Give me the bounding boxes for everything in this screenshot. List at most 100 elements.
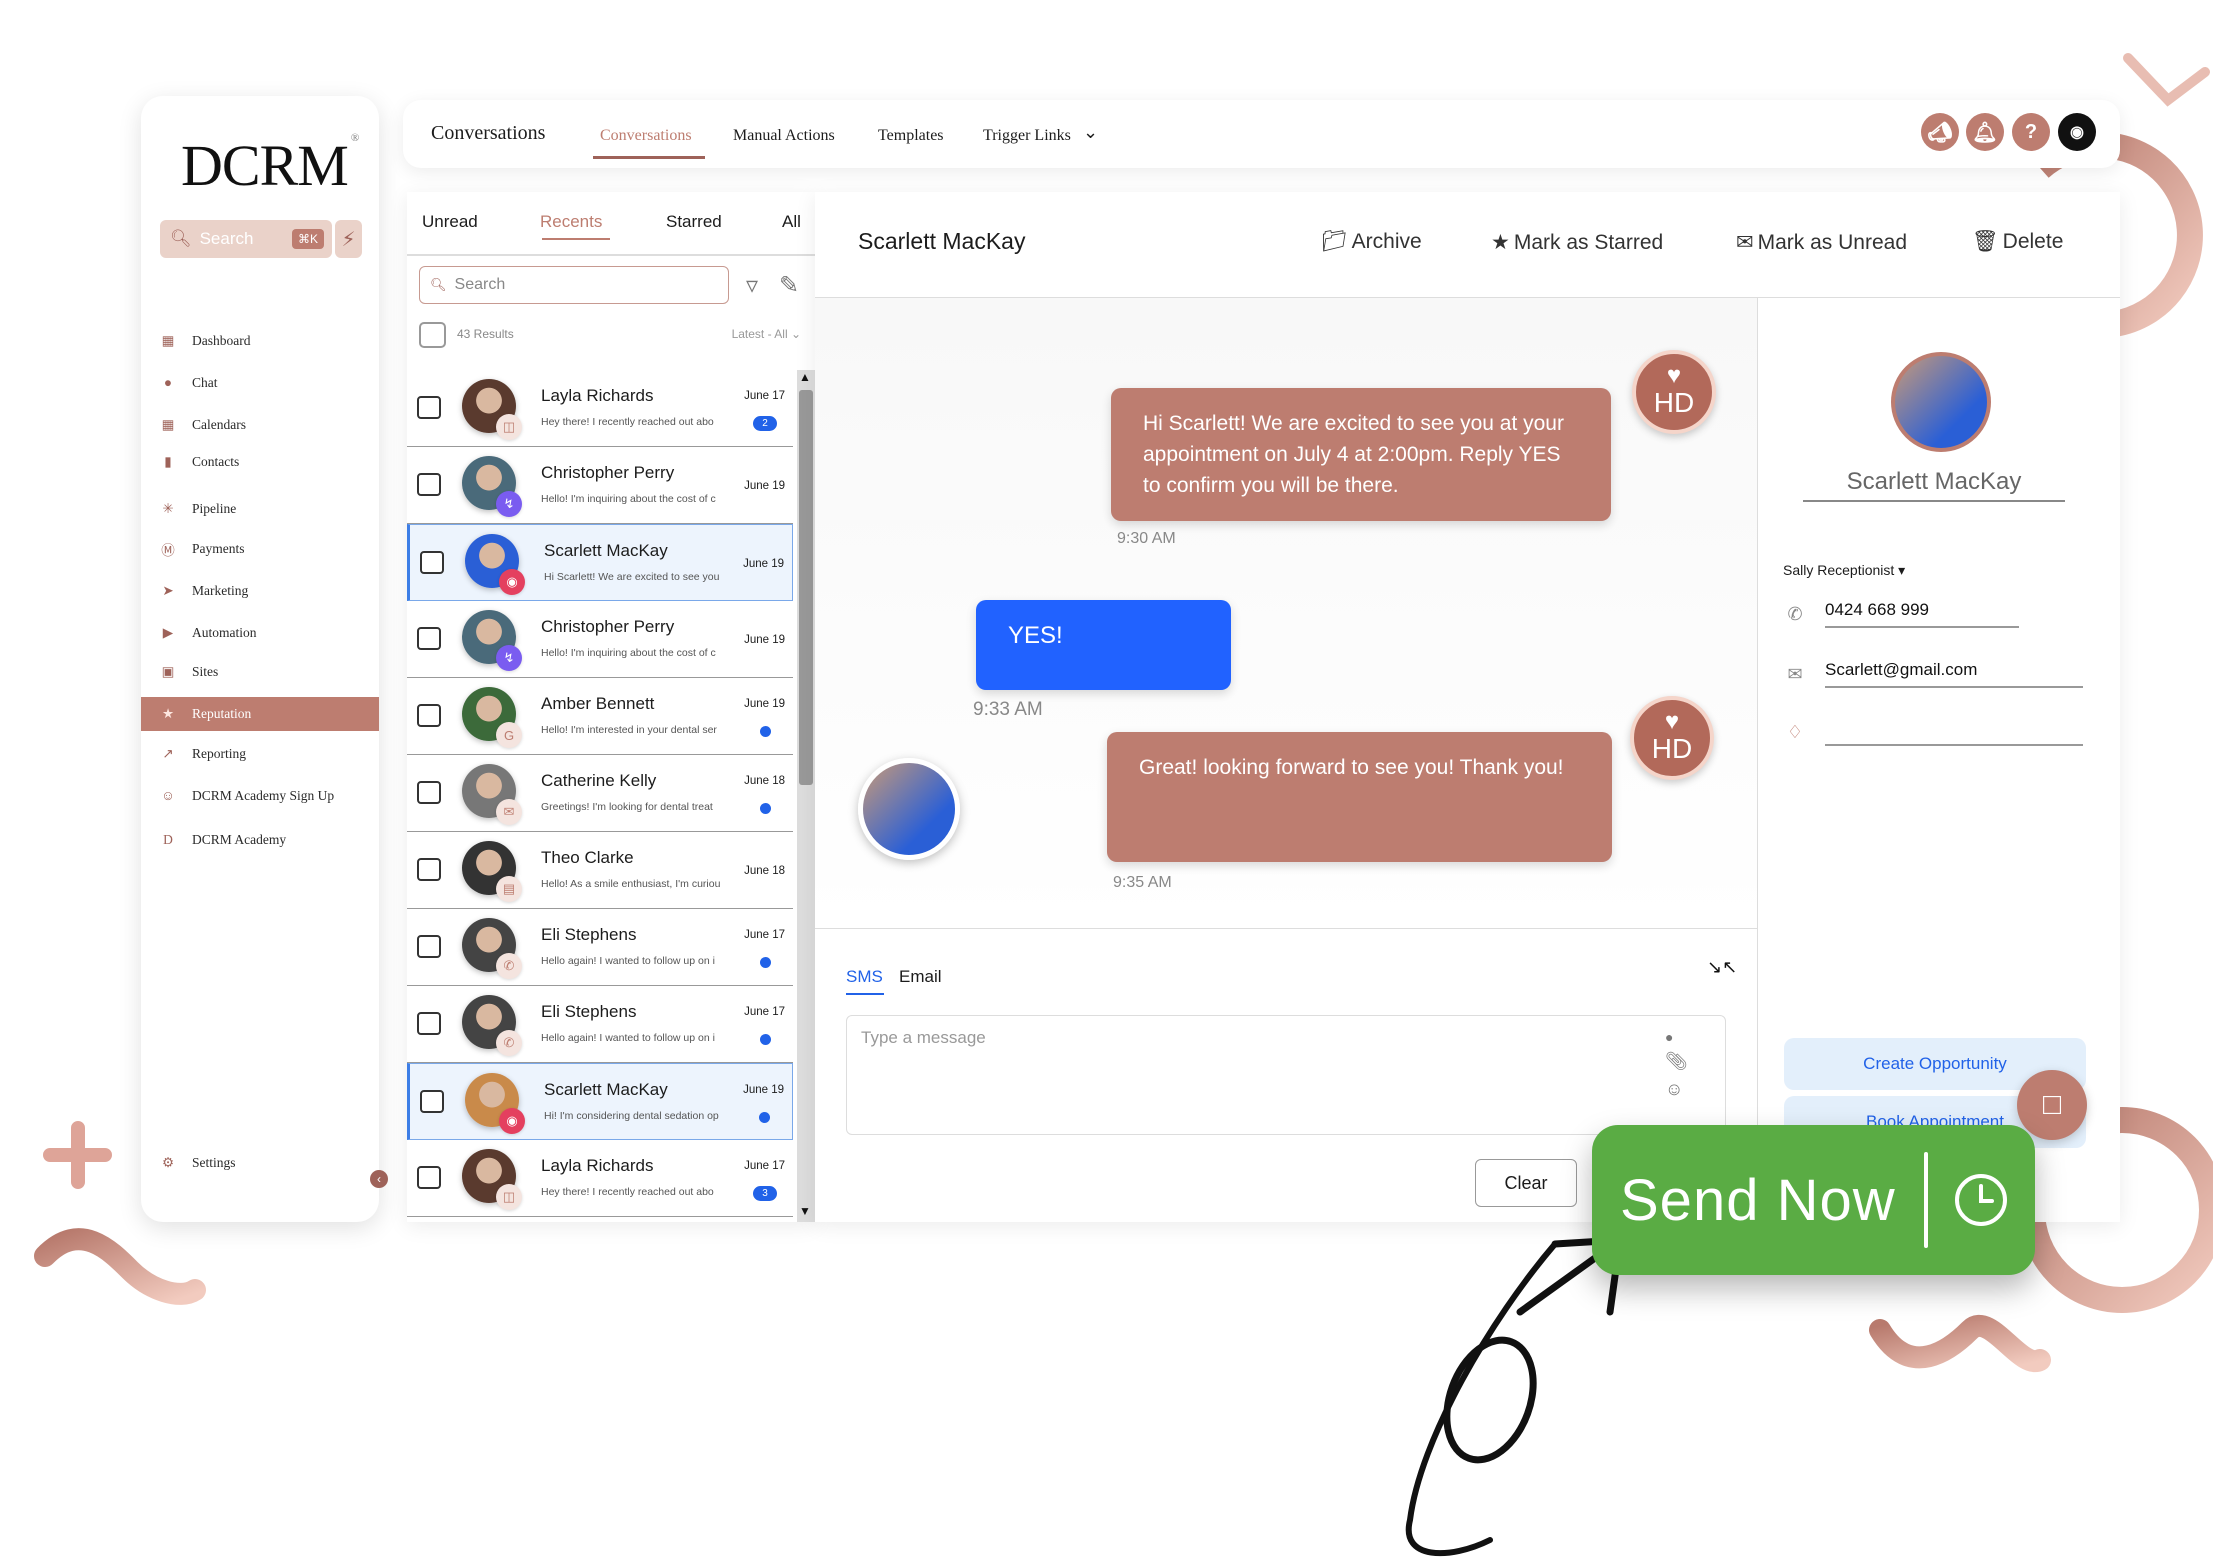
contact-name: Amber Bennett xyxy=(541,694,655,713)
email-field[interactable]: ✉︎ Scarlett@gmail.com xyxy=(1783,660,2083,688)
new-message-icon[interactable]: ✎ xyxy=(774,270,804,300)
conversation-row[interactable]: ✆︎ Eli Stephens Hello again! I wanted to f… xyxy=(407,909,793,986)
conversation-row[interactable]: ✉︎ Catherine Kelly Greetings! I'm looking … xyxy=(407,755,793,832)
row-checkbox[interactable] xyxy=(417,1166,441,1189)
archive-button[interactable]: 📁︎ Archive xyxy=(1321,230,1422,254)
sidebar-item-contacts[interactable]: ▮ Contacts xyxy=(141,445,379,479)
mark-unread-button[interactable]: ✉︎ Mark as Unread xyxy=(1736,230,1907,255)
tab-sms[interactable]: SMS xyxy=(846,967,883,987)
scroll-up-arrow[interactable]: ▲ xyxy=(799,370,811,384)
tab-all[interactable]: All xyxy=(782,212,801,232)
sidebar-item-dcrm-academy[interactable]: D DCRM Academy xyxy=(141,823,379,857)
contact-name: Catherine Kelly xyxy=(541,771,657,790)
tab-manual-actions[interactable]: Manual Actions xyxy=(733,127,835,145)
select-all-checkbox[interactable] xyxy=(419,322,446,348)
sidebar-item-reporting[interactable]: ↗ Reporting xyxy=(141,737,379,771)
send-now-button[interactable]: Send Now xyxy=(1592,1125,2035,1275)
sidebar-item-dashboard[interactable]: ▦ Dashboard xyxy=(141,324,379,358)
sidebar-search-placeholder: Search xyxy=(199,229,254,248)
tab-trigger-links[interactable]: Trigger Links xyxy=(983,127,1071,145)
sidebar-item-dcrm-academy-sign-up[interactable]: ☺ DCRM Academy Sign Up xyxy=(141,779,379,813)
minimize-icon[interactable]: ↘↖ xyxy=(1707,957,1737,978)
tag-icon[interactable]: ● xyxy=(1665,1029,1673,1045)
row-checkbox[interactable] xyxy=(417,1012,441,1035)
calendar-icon: ▦ xyxy=(161,417,175,432)
conversation-row[interactable]: ▤ Theo Clarke Hello! As a smile enthusiast… xyxy=(407,832,793,909)
sidebar-item-calendars[interactable]: ▦ Calendars xyxy=(141,408,379,442)
sort-dropdown[interactable]: Latest - All ⌄ xyxy=(732,327,801,341)
message-date: June 17 xyxy=(744,929,785,941)
row-checkbox[interactable] xyxy=(417,704,441,727)
megaphone-icon[interactable]: 📣︎ xyxy=(1921,113,1959,151)
sidebar-item-reputation[interactable]: ★ Reputation xyxy=(141,697,379,731)
bolt-icon[interactable]: ⚡︎ xyxy=(335,220,362,258)
sidebar-item-marketing[interactable]: ➤ Marketing xyxy=(141,574,379,608)
chevron-down-icon[interactable]: ⌄ xyxy=(1083,122,1098,143)
scroll-down-arrow[interactable]: ▼ xyxy=(799,1204,811,1218)
conversation-row[interactable]: ◫ Layla Richards Hey there! I recently rea… xyxy=(407,1140,793,1217)
clinic-avatar: ♥ HD xyxy=(1632,350,1716,434)
row-checkbox[interactable] xyxy=(417,473,441,496)
tab-email[interactable]: Email xyxy=(899,967,942,987)
conversation-row[interactable]: G Amber Bennett Hello! I'm interested in y… xyxy=(407,678,793,755)
message-preview: Hey there! I recently reached out abo xyxy=(541,416,714,428)
tab-starred[interactable]: Starred xyxy=(666,212,722,232)
row-checkbox[interactable] xyxy=(417,627,441,650)
sms-icon: ▤ xyxy=(496,876,522,902)
sidebar-item-chat[interactable]: ● Chat xyxy=(141,366,379,400)
sidebar-item-pipeline[interactable]: ✳ Pipeline xyxy=(141,492,379,526)
deco-squiggle-left xyxy=(34,1228,206,1305)
emoji-icon[interactable]: ☺ xyxy=(1665,1079,1683,1100)
message-preview: Hello! I'm interested in your dental ser xyxy=(541,724,717,736)
message-preview: Hello again! I wanted to follow up on i xyxy=(541,955,715,967)
sidebar-item-automation[interactable]: ▶ Automation xyxy=(141,616,379,650)
assigned-user-dropdown[interactable]: Sally Receptionist ▾ xyxy=(1783,562,1905,579)
row-checkbox[interactable] xyxy=(417,781,441,804)
message-date: June 17 xyxy=(744,1160,785,1172)
conversation-search-input[interactable]: 🔍︎ Search xyxy=(419,266,729,304)
tags-field[interactable]: ♢ xyxy=(1783,718,2083,746)
tab-unread[interactable]: Unread xyxy=(422,212,478,232)
paperclip-icon[interactable]: 📎︎ xyxy=(1665,1051,1688,1072)
schedule-clock-icon[interactable] xyxy=(1954,1173,2008,1227)
row-checkbox[interactable] xyxy=(417,935,441,958)
user-avatar[interactable]: ◉ xyxy=(2058,113,2096,151)
clear-button[interactable]: Clear xyxy=(1475,1159,1577,1207)
video-icon: ◫ xyxy=(496,1184,522,1210)
row-checkbox[interactable] xyxy=(420,551,444,574)
delete-button[interactable]: 🗑︎ Delete xyxy=(1972,230,2063,254)
conversation-row[interactable]: ↯ Christopher Perry Hello! I'm inquiring a… xyxy=(407,601,793,678)
phone-icon: ✆︎ xyxy=(496,953,522,979)
message-input[interactable]: Type a message xyxy=(846,1015,1726,1135)
filter-icon[interactable]: ▿ xyxy=(737,270,767,300)
conversation-row[interactable]: ◫ Layla Richards Hey there! I recently rea… xyxy=(407,370,793,447)
conversation-row[interactable]: ◉ Scarlett MacKay Hi Scarlett! We are exci… xyxy=(407,524,793,601)
shortcut-badge: ⌘K xyxy=(291,229,324,249)
sidebar-item-settings[interactable]: ⚙︎ Settings xyxy=(141,1146,379,1180)
bell-icon[interactable]: 🔔︎ xyxy=(1966,113,2004,151)
message-date: June 19 xyxy=(743,1084,784,1096)
sidebar-item-label: Dashboard xyxy=(192,333,251,348)
conversation-row[interactable]: ↯ Christopher Perry Hello! I'm inquiring a… xyxy=(407,447,793,524)
contact-name[interactable]: Scarlett MacKay xyxy=(1803,468,2065,502)
unread-dot xyxy=(760,803,771,814)
collapse-sidebar-button[interactable]: ‹ xyxy=(370,1170,388,1188)
conversation-row[interactable]: ✆︎ Eli Stephens Hello again! I wanted to f… xyxy=(407,986,793,1063)
phone-field[interactable]: ✆︎ 0424 668 999 xyxy=(1783,600,2019,628)
sidebar-search[interactable]: 🔍︎ Search ⌘K xyxy=(160,220,332,258)
tab-conversations[interactable]: Conversations xyxy=(600,127,692,145)
chat-widget-button[interactable]: □ xyxy=(2017,1070,2087,1140)
scrollbar-thumb[interactable] xyxy=(799,390,813,785)
tab-templates[interactable]: Templates xyxy=(878,127,944,145)
message-date: June 17 xyxy=(744,390,785,402)
row-checkbox[interactable] xyxy=(417,396,441,419)
tab-recents[interactable]: Recents xyxy=(540,212,602,232)
conversation-row[interactable]: ◉ Scarlett MacKay Hi! I'm considering dent… xyxy=(407,1063,793,1140)
message-time: 9:30 AM xyxy=(1117,530,1176,547)
sidebar-item-sites[interactable]: ▣ Sites xyxy=(141,655,379,689)
mark-starred-button[interactable]: ★ Mark as Starred xyxy=(1491,230,1663,255)
sidebar-item-payments[interactable]: Ⓜ Payments xyxy=(141,532,379,566)
row-checkbox[interactable] xyxy=(420,1090,444,1113)
row-checkbox[interactable] xyxy=(417,858,441,881)
help-icon[interactable]: ? xyxy=(2012,113,2050,151)
